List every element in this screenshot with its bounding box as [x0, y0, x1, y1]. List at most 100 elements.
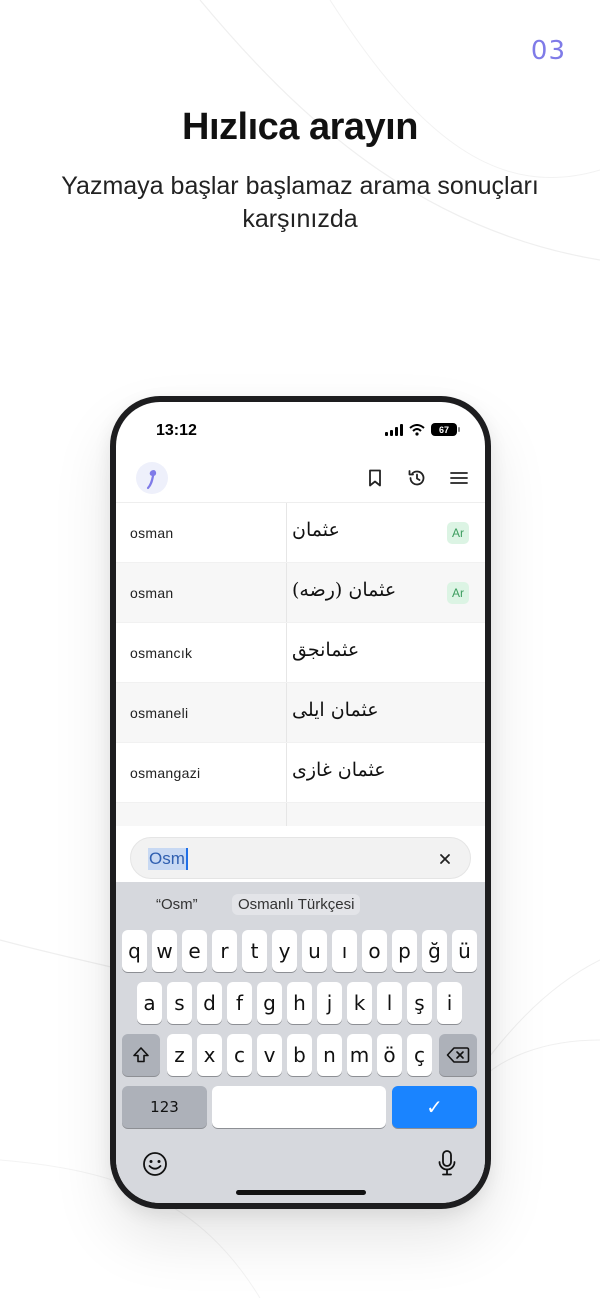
home-indicator: [235, 1190, 366, 1195]
key[interactable]: m: [347, 1034, 372, 1076]
result-ottoman: عثمان ايلى: [292, 699, 379, 721]
key[interactable]: ş: [407, 982, 432, 1024]
keyboard-bottom-bar: [116, 1145, 485, 1185]
result-row[interactable]: [116, 803, 485, 826]
key[interactable]: c: [227, 1034, 252, 1076]
history-button[interactable]: [403, 464, 431, 492]
keyboard: “Osm” Osmanlı Türkçesi q w e r t y u ı o…: [116, 882, 485, 1203]
search-input-value: Osm: [148, 848, 188, 870]
bookmark-button[interactable]: [361, 464, 389, 492]
key[interactable]: l: [377, 982, 402, 1024]
key[interactable]: v: [257, 1034, 282, 1076]
done-key[interactable]: ✓: [392, 1086, 477, 1128]
key[interactable]: b: [287, 1034, 312, 1076]
results-list: osman عثمان Ar osman عثمان (رضه) Ar osma…: [116, 502, 485, 826]
space-key[interactable]: [212, 1086, 386, 1128]
key[interactable]: p: [392, 930, 417, 972]
key[interactable]: r: [212, 930, 237, 972]
result-row[interactable]: osman عثمان Ar: [116, 503, 485, 563]
bookmark-icon: [369, 469, 381, 487]
emoji-button[interactable]: [142, 1151, 168, 1182]
phone-screen: 13:12 67 osman عثمان Ar osman عثمان (رضه…: [116, 402, 485, 1203]
key[interactable]: q: [122, 930, 147, 972]
key[interactable]: n: [317, 1034, 342, 1076]
column-divider: [286, 803, 287, 826]
key[interactable]: z: [167, 1034, 192, 1076]
numbers-key[interactable]: 123: [122, 1086, 207, 1128]
page-subtitle: Yazmaya başlar başlamaz arama sonuçları …: [61, 172, 539, 233]
result-ottoman: عثمانجق: [292, 639, 360, 661]
key[interactable]: g: [257, 982, 282, 1024]
status-bar: 13:12 67: [116, 402, 485, 452]
key[interactable]: f: [227, 982, 252, 1024]
search-input[interactable]: Osm: [130, 837, 471, 879]
result-ottoman: عثمان (رضه): [292, 579, 397, 601]
key[interactable]: o: [362, 930, 387, 972]
result-term: osman: [130, 585, 174, 601]
clear-search-button[interactable]: [434, 848, 456, 870]
key[interactable]: x: [197, 1034, 222, 1076]
key[interactable]: a: [137, 982, 162, 1024]
key[interactable]: ü: [452, 930, 477, 972]
close-icon: [440, 854, 450, 864]
cellular-signal-icon: [385, 423, 403, 436]
key[interactable]: w: [152, 930, 177, 972]
column-divider: [286, 563, 287, 622]
menu-button[interactable]: [445, 464, 473, 492]
page-number: 03: [530, 36, 566, 66]
key[interactable]: e: [182, 930, 207, 972]
keyboard-row-4: 123 ✓: [116, 1086, 485, 1128]
keyboard-suggestions: “Osm” Osmanlı Türkçesi: [116, 888, 485, 924]
app-header: [116, 452, 485, 502]
battery-icon: 67: [431, 423, 460, 436]
key[interactable]: s: [167, 982, 192, 1024]
result-row[interactable]: osmaneli عثمان ايلى: [116, 683, 485, 743]
result-row[interactable]: osmancık عثمانجق: [116, 623, 485, 683]
column-divider: [286, 683, 287, 742]
column-divider: [286, 743, 287, 802]
result-ottoman: عثمان: [292, 519, 340, 541]
result-term: osman: [130, 525, 174, 541]
key[interactable]: u: [302, 930, 327, 972]
key[interactable]: k: [347, 982, 372, 1024]
app-logo[interactable]: [136, 462, 168, 494]
search-area: Osm: [116, 826, 485, 888]
language-badge: Ar: [447, 582, 469, 604]
logo-mark-icon: [146, 470, 157, 490]
result-term: osmangazi: [130, 765, 201, 781]
header-actions: [361, 464, 473, 492]
key[interactable]: h: [287, 982, 312, 1024]
key[interactable]: ö: [377, 1034, 402, 1076]
key[interactable]: t: [242, 930, 267, 972]
status-time: 13:12: [156, 422, 197, 439]
key[interactable]: y: [272, 930, 297, 972]
history-icon: [408, 470, 425, 486]
keyboard-row-3: z x c v b n m ö ç: [116, 1034, 485, 1076]
backspace-key[interactable]: [439, 1034, 477, 1076]
shift-icon: [133, 1047, 149, 1063]
result-row[interactable]: osmangazi عثمان غازى: [116, 743, 485, 803]
column-divider: [286, 503, 287, 562]
suggestion-literal[interactable]: “Osm”: [156, 896, 198, 913]
key[interactable]: d: [197, 982, 222, 1024]
result-row[interactable]: osman عثمان (رضه) Ar: [116, 563, 485, 623]
menu-icon: [450, 472, 468, 484]
result-term: osmancık: [130, 645, 193, 661]
keyboard-row-2: a s d f g h j k l ş i: [116, 982, 485, 1024]
suggestion-word[interactable]: Osmanlı Türkçesi: [232, 894, 361, 915]
key[interactable]: ı: [332, 930, 357, 972]
backspace-icon: [446, 1047, 470, 1063]
column-divider: [286, 623, 287, 682]
language-badge: Ar: [447, 522, 469, 544]
key[interactable]: ğ: [422, 930, 447, 972]
dictation-button[interactable]: [437, 1149, 457, 1182]
battery-level: 67: [438, 424, 449, 435]
microphone-icon: [438, 1150, 456, 1176]
shift-key[interactable]: [122, 1034, 160, 1076]
key[interactable]: i: [437, 982, 462, 1024]
page-title: Hızlıca arayın: [182, 106, 418, 148]
phone-frame: 13:12 67 osman عثمان Ar osman عثمان (رضه…: [110, 396, 491, 1209]
key[interactable]: j: [317, 982, 342, 1024]
key[interactable]: ç: [407, 1034, 432, 1076]
status-icons: 67: [385, 423, 460, 436]
